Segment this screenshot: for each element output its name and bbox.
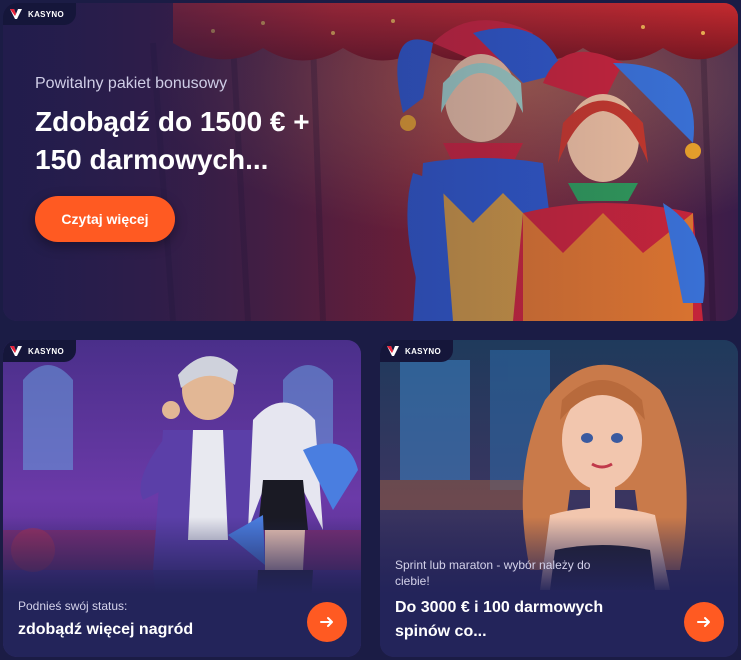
casino-badge: KASYNO	[3, 340, 77, 362]
arrow-right-icon	[320, 617, 333, 627]
promo-arrow-button[interactable]	[684, 602, 724, 642]
promo-subtitle: Podnieś swój status:	[18, 599, 128, 613]
arrow-right-icon	[697, 617, 710, 627]
read-more-button[interactable]: Czytaj więcej	[35, 196, 175, 242]
promo-arrow-button[interactable]	[307, 602, 347, 642]
badge-label: KASYNO	[28, 9, 65, 19]
brand-logo-icon	[10, 9, 22, 19]
brand-logo-icon	[10, 346, 22, 356]
hero-subtitle: Powitalny pakiet bonusowy	[35, 75, 228, 92]
promo-card-status[interactable]: KASYNO Podnieś swój status: zdobądź więc…	[3, 340, 361, 657]
badge-label: KASYNO	[28, 346, 65, 356]
promo-title: Do 3000 € i 100 darmowych spinów co...	[395, 599, 604, 640]
promo-subtitle: Sprint lub maraton - wybór należy do cie…	[395, 558, 591, 588]
hero-title: Zdobądź do 1500 € + 150 darmowych...	[35, 106, 310, 175]
welcome-bonus-banner[interactable]: KASYNO Powitalny pakiet bonusowy Zdobądź…	[3, 3, 738, 321]
promo-title: zdobądź więcej nagród	[18, 621, 194, 638]
casino-badge: KASYNO	[3, 3, 77, 25]
promo-card-tournament[interactable]: KASYNO Sprint lub maraton - wybór należy…	[380, 340, 738, 657]
casino-badge: KASYNO	[380, 340, 454, 362]
brand-logo-icon	[387, 346, 399, 356]
badge-label: KASYNO	[405, 346, 442, 356]
